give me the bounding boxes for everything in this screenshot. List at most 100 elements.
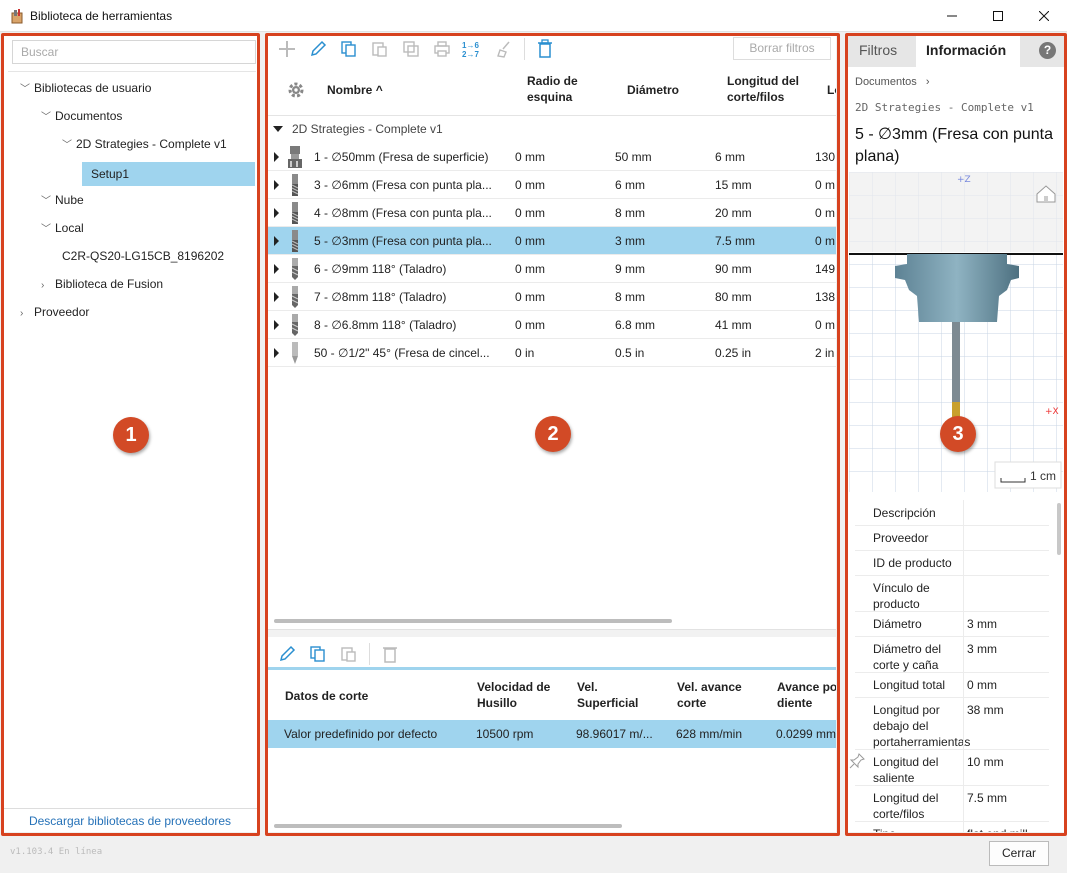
- property-label: Diámetro: [873, 617, 922, 631]
- help-icon[interactable]: ?: [1039, 42, 1056, 59]
- scale-label: 1 cm: [1030, 469, 1056, 483]
- column-cut-data[interactable]: Datos de corte: [285, 688, 368, 704]
- column-name[interactable]: Nombre ^: [327, 82, 383, 98]
- group-header[interactable]: 2D Strategies - Complete v1: [268, 116, 836, 142]
- cell-radius: 0 mm: [515, 150, 545, 164]
- column-length[interactable]: Lo: [827, 82, 836, 98]
- renumber-icon[interactable]: 1→6 2→7: [462, 39, 484, 59]
- clear-filters-button[interactable]: Borrar filtros: [733, 37, 831, 60]
- cell-diameter: 6.8 mm: [615, 318, 656, 332]
- delete-cut-data-icon[interactable]: [379, 644, 401, 664]
- cell-name: 5 - ∅3mm (Fresa con punta pla...: [314, 234, 492, 248]
- close-window-button[interactable]: [1021, 0, 1067, 32]
- column-flute-length[interactable]: Longitud del corte/filos: [727, 73, 812, 105]
- drill-tool-icon: [288, 313, 302, 337]
- tree-label: Documentos: [55, 109, 123, 123]
- expand-arrow-icon[interactable]: [274, 236, 279, 246]
- cell-diameter: 8 mm: [615, 290, 645, 304]
- tree-item-user-libraries[interactable]: ﹀ Bibliotecas de usuario: [20, 76, 151, 100]
- tool-row[interactable]: 1 - ∅50mm (Fresa de superficie) 0 mm 50 mm…: [268, 143, 836, 171]
- tab-filters[interactable]: Filtros: [849, 35, 907, 67]
- tree-item-setup1[interactable]: Setup1: [82, 162, 255, 186]
- cell-flute-length: 0.25 in: [715, 346, 752, 360]
- column-corner-radius[interactable]: Radio de esquina: [527, 73, 597, 105]
- expand-arrow-icon[interactable]: [274, 180, 279, 190]
- search-input[interactable]: Buscar: [12, 40, 256, 64]
- tree-item-local[interactable]: ﹀ Local: [41, 216, 84, 240]
- expand-arrow-icon[interactable]: [274, 152, 279, 162]
- callout-badge-3: 3: [940, 416, 976, 452]
- copy-cut-data-icon[interactable]: [307, 644, 329, 664]
- print-icon[interactable]: [431, 39, 453, 59]
- tool-row[interactable]: 50 - ∅1/2" 45° (Fresa de cincel... 0 in 0.…: [268, 339, 836, 367]
- expand-arrow-icon[interactable]: [274, 208, 279, 218]
- tool-row[interactable]: 5 - ∅3mm (Fresa con punta pla... 0 mm 3 mm…: [268, 227, 836, 255]
- cell-flute-length: 6 mm: [715, 150, 745, 164]
- tool-row[interactable]: 3 - ∅6mm (Fresa con punta pla... 0 mm 6 mm…: [268, 171, 836, 199]
- properties-scrollbar[interactable]: [1057, 503, 1061, 555]
- tree-item-documents[interactable]: ﹀ Documentos: [41, 104, 122, 128]
- tree-item-local-library[interactable]: C2R-QS20-LG15CB_8196202: [62, 244, 224, 268]
- library-name: 2D Strategies - Complete v1: [855, 101, 1034, 114]
- tool-row[interactable]: 4 - ∅8mm (Fresa con punta pla... 0 mm 8 mm…: [268, 199, 836, 227]
- duplicate-icon[interactable]: [400, 39, 422, 59]
- cell-diameter: 8 mm: [615, 206, 645, 220]
- column-cutting-feed[interactable]: Vel. avance corte: [677, 679, 757, 711]
- download-vendor-libraries-link[interactable]: Descargar bibliotecas de proveedores: [3, 808, 257, 832]
- close-button[interactable]: Cerrar: [989, 841, 1049, 866]
- collapse-arrow-icon: [273, 126, 283, 132]
- delete-icon[interactable]: [534, 39, 556, 59]
- cell-length: 0 m: [815, 318, 836, 332]
- tool-row[interactable]: 7 - ∅8mm 118° (Taladro) 0 mm 8 mm 80 mm 138: [268, 283, 836, 311]
- copy-icon[interactable]: [338, 39, 360, 59]
- column-surface-speed[interactable]: Vel. Superficial: [577, 679, 647, 711]
- paste-icon[interactable]: [369, 39, 391, 59]
- cell-length: 138: [815, 290, 836, 304]
- horizontal-scrollbar[interactable]: [274, 619, 672, 623]
- expand-arrow-icon[interactable]: [274, 320, 279, 330]
- tab-information[interactable]: Información: [916, 35, 1020, 67]
- column-spindle-speed[interactable]: Velocidad de Husillo: [477, 679, 557, 711]
- edit-icon[interactable]: [307, 39, 329, 59]
- tree-item-cloud[interactable]: ﹀ Nube: [41, 188, 84, 212]
- splitter[interactable]: [268, 629, 836, 637]
- cell-length: 0 m: [815, 178, 836, 192]
- column-feed-per-tooth[interactable]: Avance por diente: [777, 679, 836, 711]
- edit-cut-data-icon[interactable]: [276, 644, 298, 664]
- tree-item-vendor[interactable]: › Proveedor: [20, 300, 89, 324]
- column-diameter[interactable]: Diámetro: [627, 82, 679, 98]
- property-label: Longitud del saliente: [873, 755, 939, 785]
- close-icon: [1039, 11, 1049, 21]
- cut-data-row[interactable]: Valor predefinido por defecto 10500 rpm …: [268, 720, 836, 748]
- property-divider: [855, 697, 1049, 698]
- tree-item-2d-strategies[interactable]: ﹀ 2D Strategies - Complete v1: [62, 132, 227, 156]
- pin-icon[interactable]: [849, 753, 865, 769]
- cell-diameter: 9 mm: [615, 262, 645, 276]
- expand-arrow-icon[interactable]: [274, 264, 279, 274]
- group-label: 2D Strategies - Complete v1: [292, 122, 443, 136]
- feed-per-tooth-label: Avance por diente: [777, 680, 836, 710]
- cell-length: 2 in: [815, 346, 835, 360]
- minimize-button[interactable]: [929, 0, 975, 32]
- paste-cut-data-icon[interactable]: [338, 644, 360, 664]
- add-tool-icon[interactable]: [276, 39, 298, 59]
- property-divider: [855, 749, 1049, 750]
- property-label: Longitud del corte/filos: [873, 791, 939, 821]
- gear-icon[interactable]: [287, 81, 305, 99]
- property-value: flat end mill: [967, 826, 1028, 832]
- maximize-button[interactable]: [975, 0, 1021, 32]
- cell-surface: 98.96017 m/...: [576, 727, 653, 741]
- chevron-down-icon: ﹀: [41, 224, 51, 235]
- tool-row[interactable]: 6 - ∅9mm 118° (Taladro) 0 mm 9 mm 90 mm 149: [268, 255, 836, 283]
- window-title: Biblioteca de herramientas: [30, 9, 173, 23]
- tree-item-fusion-library[interactable]: › Biblioteca de Fusion: [41, 272, 163, 296]
- expand-arrow-icon[interactable]: [274, 348, 279, 358]
- tool-row[interactable]: 8 - ∅6.8mm 118° (Taladro) 0 mm 6.8 mm 41 mm…: [268, 311, 836, 339]
- tree-label: Proveedor: [34, 305, 90, 319]
- expand-arrow-icon[interactable]: [274, 292, 279, 302]
- cell-name: 3 - ∅6mm (Fresa con punta pla...: [314, 178, 492, 192]
- clean-icon[interactable]: [493, 39, 515, 59]
- chevron-down-icon: ﹀: [62, 140, 72, 151]
- cut-data-scrollbar[interactable]: [274, 824, 622, 828]
- breadcrumb[interactable]: Documentos ›: [855, 76, 930, 88]
